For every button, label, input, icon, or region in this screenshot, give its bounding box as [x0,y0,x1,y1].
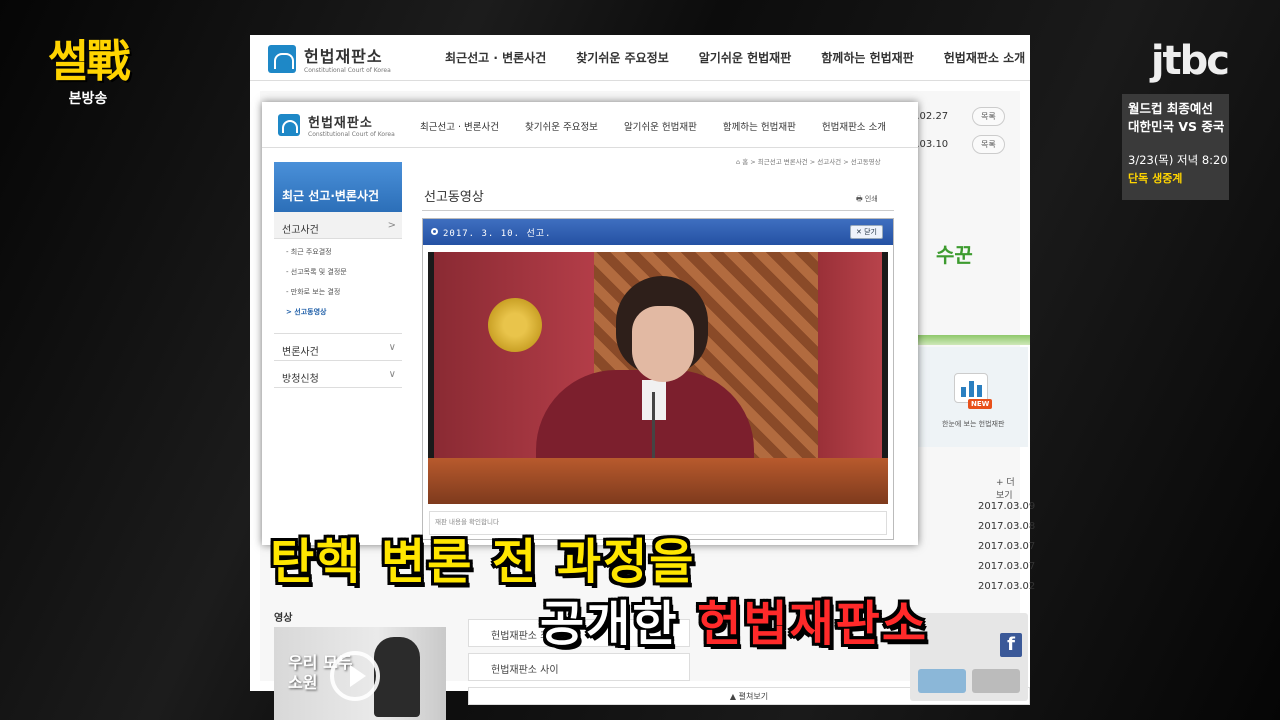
promo-line1: 월드컵 최종예선 [1128,101,1213,116]
lnb-item-visit[interactable]: 방청신청 ∨ [274,361,402,388]
lnb-sub-item-active[interactable]: > 선고동영상 [286,307,402,317]
court-logo-icon [278,114,300,136]
promo-line2: 대한민국 VS 중국 [1128,119,1225,134]
list-button[interactable]: 목록 [972,107,1005,126]
list-date: 2017.03.07 [978,561,1036,572]
front-menu-item[interactable]: 최근선고 · 변론사건 [420,119,499,133]
chevron-down-icon: ∨ [388,342,396,353]
front-brand[interactable]: 헌법재판소 Constitutional Court of Korea [278,112,395,138]
green-band [910,335,1030,345]
red-backdrop [818,252,882,492]
list-date: 2017.03.08 [978,521,1036,532]
lnb-submenu: - 최근 주요결정 - 선고목록 및 결정문 - 만화로 보는 결정 > 선고동… [274,239,402,334]
bench-desk [428,458,888,504]
promo-line4: 단독 생중계 [1128,172,1183,185]
video-player: 2017. 3. 10. 선고. ✕ 닫기 재판 내용을 확인합니다 [422,218,894,540]
facebook-icon[interactable]: f [1000,633,1022,657]
front-global-nav: 헌법재판소 Constitutional Court of Korea 최근선고… [262,102,918,148]
close-button[interactable]: ✕ 닫기 [850,225,883,239]
person-figure [374,637,420,717]
video-frame[interactable] [428,252,888,504]
caption-line2: 공개한 헌법재판소 [540,584,928,654]
back-menu-item[interactable]: 최근선고 · 변론사건 [445,49,546,66]
back-menu-item[interactable]: 함께하는 헌법재판 [821,49,914,66]
list-date: 2017.03.09 [978,501,1036,512]
chevron-down-icon: ∨ [388,369,396,380]
front-menu-item[interactable]: 알기쉬운 헌법재판 [624,119,697,133]
court-logo-icon [268,44,296,73]
play-icon[interactable] [330,651,380,701]
back-menu-item[interactable]: 알기쉬운 헌법재판 [699,49,792,66]
player-title-bar: 2017. 3. 10. 선고. ✕ 닫기 [423,219,893,245]
lnb-item-hearings[interactable]: 변론사건 ∨ [274,334,402,361]
lnb-sub-item[interactable]: - 최근 주요결정 [286,247,402,257]
channel-logo: jtbc [1150,38,1230,84]
notice-row: 7.02.27 목록 [910,107,1005,126]
back-global-nav: 헌법재판소 Constitutional Court of Korea 최근선고… [250,35,1030,81]
divider [422,210,894,211]
chevron-right-icon: > [387,220,396,231]
list-button[interactable]: 목록 [972,135,1005,154]
quick-link-button[interactable]: 헌법재판소 사이 [468,653,690,681]
front-menu-item[interactable]: 헌법재판소 소개 [822,119,886,133]
local-nav: 최근 선고·변론사건 선고사건 > - 최근 주요결정 - 선고목록 및 결정문… [274,162,402,388]
show-logo: 썰戰 본방송 [48,40,144,108]
promo-line3: 3/23(목) 저녁 8:20 [1128,153,1228,167]
lnb-sub-item[interactable]: - 만화로 보는 결정 [286,287,402,297]
circle-icon [431,228,438,235]
lnb-item-label: 방청신청 [282,374,319,385]
breadcrumb: ⌂ 홈 > 최근선고 변론사건 > 선고사건 > 선고동영상 [736,158,881,166]
notice-date: 7.02.27 [910,111,949,122]
caption-line2-red: 헌법재판소 [697,596,929,652]
back-brand[interactable]: 헌법재판소 Constitutional Court of Korea [268,43,391,74]
back-menu: 최근선고 · 변론사건 찾기쉬운 주요정보 알기쉬운 헌법재판 함께하는 헌법재… [445,49,1055,66]
stats-banner-caption: 한눈에 보는 헌법재판 [942,420,1005,428]
list-date: 2017.03.02 [978,581,1036,592]
local-nav-title: 최근 선고·변론사건 [274,162,402,212]
print-button[interactable]: 🖶 인쇄 [856,194,878,206]
youtube-icon[interactable] [972,669,1020,693]
content-title: 선고동영상 [424,190,484,205]
judge-face [632,306,694,382]
list-date: 2017.03.07 [978,541,1036,552]
notice-row: 7.03.10 목록 [910,135,1005,154]
stats-banner[interactable]: NEW 한눈에 보는 헌법재판 [910,347,1028,447]
promo-box: 월드컵 최종예선 대한민국 VS 중국 3/23(목) 저녁 8:20 단독 생… [1122,94,1229,200]
front-brand-sub: Constitutional Court of Korea [308,131,395,138]
front-menu: 최근선고 · 변론사건 찾기쉬운 주요정보 알기쉬운 헌법재판 함께하는 헌법재… [420,119,912,133]
back-brand-sub: Constitutional Court of Korea [304,67,391,74]
back-menu-item[interactable]: 찾기쉬운 주요정보 [576,49,669,66]
front-menu-item[interactable]: 찾기쉬운 주요정보 [525,119,598,133]
video-section-title: 영상 [274,613,293,624]
lnb-item-decisions[interactable]: 선고사건 > [274,212,402,239]
player-title: 2017. 3. 10. 선고. [443,229,552,239]
show-logo-mark: 썰戰 [48,36,130,87]
front-brand-title: 헌법재판소 [308,116,373,131]
lnb-item-label: 변론사건 [282,347,319,358]
green-headline: 수꾼 [936,243,973,267]
notice-date: 7.03.10 [910,139,949,150]
back-brand-title: 헌법재판소 [304,47,383,66]
court-emblem-icon [488,298,542,352]
lnb-item-label: 선고사건 [282,225,319,236]
back-menu-item[interactable]: 헌법재판소 소개 [944,49,1025,66]
caption-line1: 탄핵 변론 전 과정을 [270,534,696,590]
twitter-icon[interactable] [918,669,966,693]
lnb-sub-item[interactable]: - 선고목록 및 결정문 [286,267,402,277]
video-thumbnail[interactable]: 우리 모두 소원 [274,627,446,720]
caption-line2-white: 공개한 [540,596,698,652]
show-logo-sub: 본방송 [68,91,108,107]
front-web-page: 헌법재판소 Constitutional Court of Korea 최근선고… [262,102,918,545]
front-menu-item[interactable]: 함께하는 헌법재판 [723,119,796,133]
more-link[interactable]: + 더보기 [996,475,1020,501]
new-badge: NEW [968,399,993,409]
